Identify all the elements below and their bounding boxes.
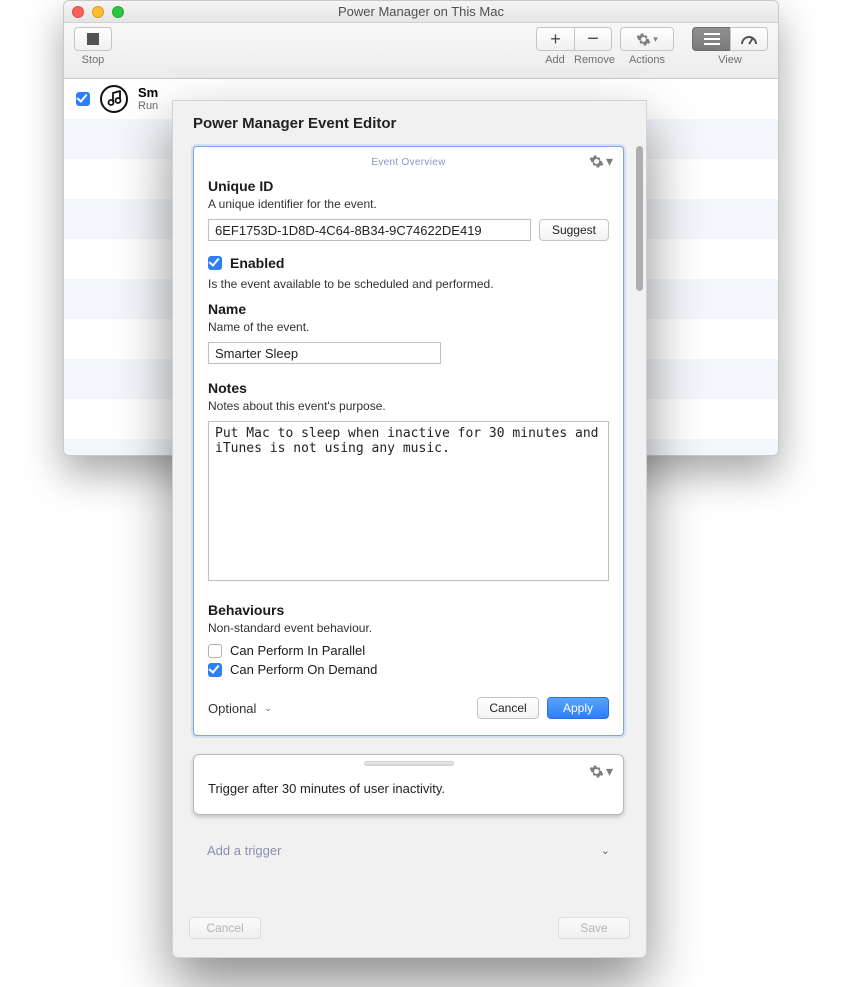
uniqueid-label: Unique ID: [208, 178, 609, 194]
event-enabled-checkbox[interactable]: [76, 92, 90, 106]
drag-handle-icon[interactable]: [364, 761, 454, 766]
behaviours-desc: Non-standard event behaviour.: [208, 621, 609, 635]
sheet-save-button[interactable]: Save: [558, 917, 630, 939]
stop-icon: [87, 33, 99, 45]
remove-label: Remove: [574, 54, 612, 66]
trigger-menu-button[interactable]: ▾: [589, 763, 613, 780]
enabled-desc: Is the event available to be scheduled a…: [208, 277, 609, 291]
enabled-checkbox[interactable]: [208, 256, 222, 270]
add-label: Add: [536, 54, 574, 66]
chevron-down-icon: ▾: [606, 763, 613, 780]
card-menu-button[interactable]: ▾: [589, 153, 613, 170]
add-trigger-label: Add a trigger: [207, 843, 281, 858]
event-subtitle: Run: [138, 100, 158, 112]
chevron-down-icon: ▾: [653, 34, 658, 45]
trigger-text: Trigger after 30 minutes of user inactiv…: [208, 781, 609, 796]
enabled-label: Enabled: [230, 255, 284, 271]
notes-label: Notes: [208, 380, 609, 396]
uniqueid-input[interactable]: [208, 219, 531, 241]
toolbar: Stop + − Add Remove ▾ Actio: [64, 23, 778, 79]
zoom-icon[interactable]: [112, 6, 124, 18]
view-list-button[interactable]: [692, 27, 730, 51]
parallel-label: Can Perform In Parallel: [230, 643, 365, 658]
ondemand-checkbox[interactable]: [208, 663, 222, 677]
stop-button[interactable]: [74, 27, 112, 51]
minus-icon: −: [587, 29, 599, 49]
name-label: Name: [208, 301, 609, 317]
gear-icon: [636, 32, 651, 47]
behaviours-label: Behaviours: [208, 602, 609, 618]
editor-title: Power Manager Event Editor: [173, 101, 646, 146]
sheet-footer: Cancel Save: [173, 903, 646, 957]
trigger-card[interactable]: ▾ Trigger after 30 minutes of user inact…: [193, 754, 624, 815]
optional-select-label: Optional: [208, 701, 256, 716]
notes-desc: Notes about this event's purpose.: [208, 399, 609, 413]
chevron-down-icon: ▾: [606, 153, 613, 170]
minimize-icon[interactable]: [92, 6, 104, 18]
optional-select[interactable]: Optional ⌄: [208, 701, 272, 716]
actions-button[interactable]: ▾: [620, 27, 674, 51]
event-editor-sheet: Power Manager Event Editor Event Overvie…: [172, 100, 647, 958]
add-button[interactable]: +: [536, 27, 574, 51]
notes-textarea[interactable]: [208, 421, 609, 581]
list-icon: [704, 33, 720, 45]
stop-label: Stop: [82, 54, 105, 66]
scrollbar[interactable]: [636, 146, 643, 291]
window-title: Power Manager on This Mac: [338, 4, 504, 19]
suggest-button[interactable]: Suggest: [539, 219, 609, 241]
ondemand-label: Can Perform On Demand: [230, 662, 377, 677]
itunes-icon: [100, 85, 128, 113]
uniqueid-desc: A unique identifier for the event.: [208, 197, 609, 211]
titlebar: Power Manager on This Mac: [64, 1, 778, 23]
card-apply-button[interactable]: Apply: [547, 697, 609, 719]
plus-icon: +: [550, 30, 561, 48]
chevron-updown-icon: ⌄: [264, 703, 272, 714]
gear-icon: [589, 154, 604, 169]
name-desc: Name of the event.: [208, 320, 609, 334]
gauge-icon: [740, 32, 758, 46]
overview-label: Event Overview: [208, 157, 609, 168]
sheet-cancel-button[interactable]: Cancel: [189, 917, 261, 939]
chevron-down-icon: ⌄: [601, 844, 610, 857]
event-title: Sm: [138, 86, 158, 100]
add-trigger-button[interactable]: Add a trigger ⌄: [193, 833, 624, 868]
view-gauge-button[interactable]: [730, 27, 768, 51]
close-icon[interactable]: [72, 6, 84, 18]
actions-label: Actions: [629, 54, 665, 66]
remove-button[interactable]: −: [574, 27, 612, 51]
parallel-checkbox[interactable]: [208, 644, 222, 658]
event-overview-card: Event Overview ▾ Unique ID A unique iden…: [193, 146, 624, 736]
name-input[interactable]: [208, 342, 441, 364]
view-label: View: [718, 54, 742, 66]
gear-icon: [589, 764, 604, 779]
card-cancel-button[interactable]: Cancel: [477, 697, 539, 719]
